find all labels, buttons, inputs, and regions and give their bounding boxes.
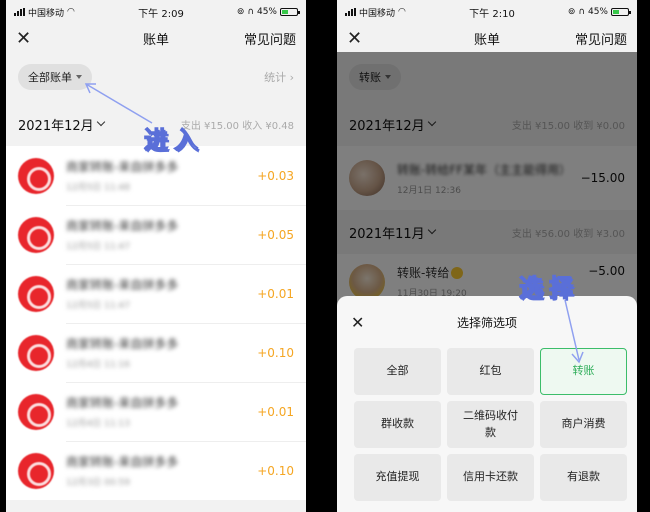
signal-icon xyxy=(14,8,25,16)
item-amount: +0.10 xyxy=(257,463,294,478)
transaction-list: 转账-转给FF某年（主主能得用） 12月1日 12:36 −15.00 xyxy=(337,146,637,210)
list-item[interactable]: 商家转账-来自拼多多 12月5日 11:47 +0.01 xyxy=(6,264,306,323)
item-amount: −5.00 xyxy=(588,264,625,278)
status-bar: 中国移动 ◠ 下午 2:09 ⊚ ∩ 45% xyxy=(6,0,306,24)
lock-rotation-icon: ⊚ xyxy=(236,7,245,17)
option-refund[interactable]: 有退款 xyxy=(540,454,627,501)
chevron-down-icon xyxy=(427,225,436,235)
battery-percent: 45% xyxy=(587,7,608,17)
battery-icon xyxy=(611,8,631,16)
item-title: 商家转账-来自拼多多 xyxy=(66,455,179,469)
bill-filter-label: 转账 xyxy=(359,71,381,84)
month-summary: 支出 ¥56.00 收到 ¥3.00 xyxy=(511,228,625,240)
item-title: 商家转账-来自拼多多 xyxy=(66,219,179,233)
list-item[interactable]: 转账-转给FF某年（主主能得用） 12月1日 12:36 −15.00 xyxy=(337,146,637,210)
sheet-title: 选择筛选项 xyxy=(456,315,517,330)
option-qr-payment[interactable]: 二维码收付款 xyxy=(447,401,534,448)
annotation-select: 选择 xyxy=(518,273,579,302)
annotation-enter: 进入 xyxy=(143,125,204,154)
item-amount: +0.03 xyxy=(257,168,294,183)
chevron-down-icon xyxy=(427,117,436,127)
item-amount: −15.00 xyxy=(580,171,625,185)
list-item[interactable]: 商家转账-来自拼多多 12月4日 11:16 +0.10 xyxy=(6,323,306,382)
lock-rotation-icon: ⊚ xyxy=(567,7,576,17)
wifi-icon: ◠ xyxy=(398,7,406,17)
caret-down-icon xyxy=(385,75,391,79)
contact-avatar xyxy=(349,160,385,196)
item-title: 商家转账-来自拼多多 xyxy=(66,337,179,351)
option-merchant[interactable]: 商户消费 xyxy=(540,401,627,448)
option-topup-withdraw[interactable]: 充值提现 xyxy=(354,454,441,501)
headphones-icon: ∩ xyxy=(247,7,254,17)
bill-filter-button[interactable]: 转账 xyxy=(349,64,401,90)
option-red-packet[interactable]: 红包 xyxy=(447,348,534,395)
month-label: 2021年11月 xyxy=(349,226,425,242)
faq-link[interactable]: 常见问题 xyxy=(575,29,627,48)
nav-bar: ✕ 账单 常见问题 xyxy=(337,24,637,52)
annotation-arrow xyxy=(564,299,584,364)
pinduoduo-logo-icon xyxy=(18,216,54,253)
item-time: 12月5日 11:48 xyxy=(66,183,130,193)
pinduoduo-logo-icon xyxy=(18,275,54,312)
item-amount: +0.10 xyxy=(257,345,294,360)
item-time: 12月3日 00:59 xyxy=(66,478,130,488)
close-icon[interactable]: ✕ xyxy=(16,28,46,49)
pinduoduo-logo-icon xyxy=(18,334,54,371)
filter-options: 全部 红包 转账 群收款 二维码收付款 商户消费 充值提现 信用卡还款 有退款 xyxy=(337,348,637,501)
battery-icon xyxy=(280,8,300,16)
pinduoduo-logo-icon xyxy=(18,157,54,194)
item-time: 12月5日 11:47 xyxy=(66,242,130,252)
item-time: 12月4日 11:13 xyxy=(66,419,130,429)
item-amount: +0.05 xyxy=(257,227,294,242)
item-amount: +0.01 xyxy=(257,404,294,419)
month-selector[interactable]: 2021年12月 xyxy=(349,115,436,134)
option-all[interactable]: 全部 xyxy=(354,348,441,395)
month-header: 2021年12月 支出 ¥15.00 收到 ¥0.00 xyxy=(337,102,637,146)
option-group-collect[interactable]: 群收款 xyxy=(354,401,441,448)
item-title: 商家转账-来自拼多多 xyxy=(66,278,179,292)
month-selector[interactable]: 2021年11月 xyxy=(349,223,436,242)
filter-sheet: ✕ 选择筛选项 全部 红包 转账 群收款 二维码收付款 商户消费 充值提现 信用… xyxy=(337,296,637,512)
bill-screen-filter: 中国移动 ◠ 下午 2:10 ⊚ ∩ 45% ✕ 账单 常见问题 转账 2021… xyxy=(337,0,637,512)
smile-emoji-icon xyxy=(451,267,464,279)
pinduoduo-logo-icon xyxy=(18,393,54,430)
list-item[interactable]: 商家转账-来自拼多多 12月5日 11:47 +0.05 xyxy=(6,205,306,264)
option-credit-card[interactable]: 信用卡还款 xyxy=(447,454,534,501)
month-label: 2021年12月 xyxy=(349,118,425,134)
status-bar: 中国移动 ◠ 下午 2:10 ⊚ ∩ 45% xyxy=(337,0,637,24)
carrier-label: 中国移动 xyxy=(359,8,396,19)
signal-icon xyxy=(345,8,356,16)
item-title: 转账-转给FF某年（主主能得用） xyxy=(397,162,572,177)
bill-screen-all: 中国移动 ◠ 下午 2:09 ⊚ ∩ 45% ✕ 账单 常见问题 全部账单 统计… xyxy=(6,0,306,512)
headphones-icon: ∩ xyxy=(578,7,585,17)
wifi-icon: ◠ xyxy=(67,7,75,17)
item-time: 12月4日 11:16 xyxy=(66,360,130,370)
month-summary: 支出 ¥15.00 收到 ¥0.00 xyxy=(511,120,625,132)
faq-link[interactable]: 常见问题 xyxy=(244,29,296,48)
filter-bar: 转账 xyxy=(337,52,637,102)
bill-filter-label: 全部账单 xyxy=(28,71,72,84)
nav-bar: ✕ 账单 常见问题 xyxy=(6,24,306,52)
battery-percent: 45% xyxy=(256,7,277,17)
list-item[interactable]: 商家转账-来自拼多多 12月3日 00:59 +0.10 xyxy=(6,441,306,500)
item-time: 12月5日 11:47 xyxy=(66,301,130,311)
item-amount: +0.01 xyxy=(257,286,294,301)
item-title: 转账-转给 xyxy=(397,266,450,280)
clock: 下午 2:10 xyxy=(469,8,515,20)
clock: 下午 2:09 xyxy=(138,8,184,20)
item-title: 商家转账-来自拼多多 xyxy=(66,396,179,410)
pinduoduo-logo-icon xyxy=(18,452,54,489)
transaction-list: 商家转账-来自拼多多 12月5日 11:48 +0.03 商家转账-来自拼多多 12… xyxy=(6,146,306,500)
stats-link[interactable]: 统计 › xyxy=(264,69,294,85)
carrier-label: 中国移动 xyxy=(28,8,65,19)
close-icon[interactable]: ✕ xyxy=(351,313,364,332)
item-time: 12月1日 12:36 xyxy=(397,185,461,196)
list-item[interactable]: 商家转账-来自拼多多 12月4日 11:13 +0.01 xyxy=(6,382,306,441)
contact-avatar xyxy=(349,264,385,300)
item-title: 商家转账-来自拼多多 xyxy=(66,160,179,174)
month-header: 2021年11月 支出 ¥56.00 收到 ¥3.00 xyxy=(337,210,637,254)
close-icon[interactable]: ✕ xyxy=(347,28,377,49)
